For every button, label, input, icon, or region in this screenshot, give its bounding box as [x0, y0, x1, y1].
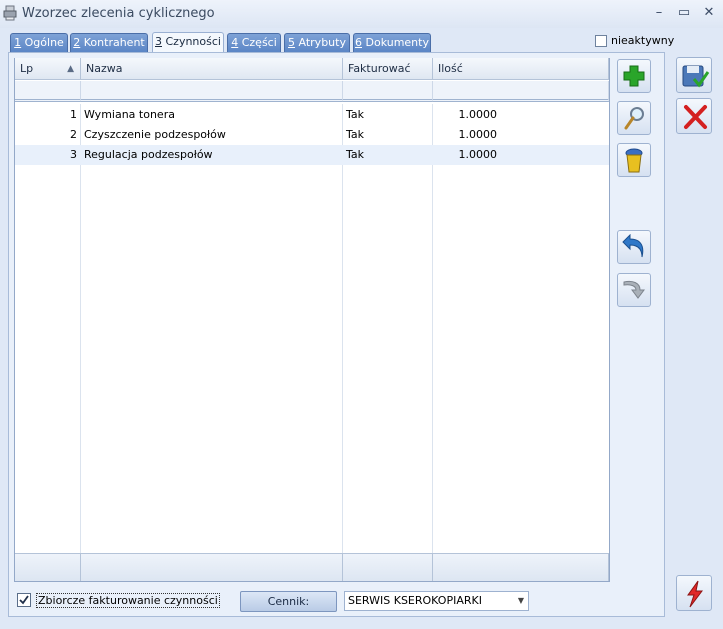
- edit-button[interactable]: [617, 101, 651, 135]
- edit-magnifier-icon: [624, 107, 644, 130]
- move-down-button[interactable]: [617, 273, 651, 307]
- column-header-lp[interactable]: Lp ▲: [15, 58, 81, 80]
- add-icon: [623, 65, 645, 87]
- cell-fakturowac: Tak: [346, 148, 365, 161]
- tab-ogolne[interactable]: 1 Ogólne: [10, 33, 68, 52]
- app-icon: [3, 5, 17, 21]
- table-row[interactable]: 2 Czyszczenie podzespołów Tak 1.0000: [15, 125, 609, 145]
- column-header-fakturowac[interactable]: Fakturować: [343, 58, 433, 80]
- chevron-down-icon[interactable]: ▼: [518, 592, 524, 610]
- column-header-ilosc[interactable]: Ilość: [433, 58, 609, 80]
- table-row[interactable]: 1 Wymiana tonera Tak 1.0000: [15, 105, 609, 125]
- cell-lp: 3: [70, 148, 77, 161]
- cell-ilosc: 1.0000: [458, 128, 498, 141]
- footer-cell: [81, 553, 343, 581]
- column-divider: [432, 104, 433, 553]
- filter-cell-lp[interactable]: [15, 81, 81, 102]
- filter-cell-fakturowac[interactable]: [343, 81, 433, 102]
- cell-ilosc: 1.0000: [458, 108, 498, 121]
- cell-nazwa: Regulacja podzespołów: [84, 148, 213, 161]
- tab-czesci[interactable]: 4 Części: [227, 33, 281, 52]
- move-up-icon: [622, 234, 644, 258]
- zbiorcze-checkbox[interactable]: [17, 593, 31, 607]
- maximize-button[interactable]: ▭: [675, 4, 693, 22]
- move-down-icon: [623, 280, 645, 299]
- cell-ilosc: 1.0000: [458, 148, 498, 161]
- close-button[interactable]: ✕: [700, 4, 718, 22]
- cell-fakturowac: Tak: [346, 128, 365, 141]
- tab-dokumenty[interactable]: 6 Dokumenty: [353, 33, 431, 52]
- window-title: Wzorzec zlecenia cyklicznego: [22, 6, 215, 21]
- cancel-icon: [684, 105, 707, 129]
- cennik-select[interactable]: SERWIS KSEROKOPIARKI ▼: [344, 591, 529, 611]
- footer-cell: [433, 553, 609, 581]
- cell-nazwa: Czyszczenie podzespołów: [84, 128, 226, 141]
- minimize-button[interactable]: –: [650, 4, 668, 22]
- cell-nazwa: Wymiana tonera: [84, 108, 175, 121]
- cennik-value: SERWIS KSEROKOPIARKI: [348, 594, 482, 607]
- delete-button[interactable]: [617, 143, 651, 177]
- filter-cell-ilosc[interactable]: [433, 81, 609, 102]
- save-button[interactable]: [676, 57, 712, 93]
- tab-czynnosci[interactable]: 3 Czynności: [152, 32, 224, 53]
- lightning-button[interactable]: [676, 575, 712, 611]
- add-button[interactable]: [617, 59, 651, 93]
- zbiorcze-label[interactable]: Zbiorcze fakturowanie czynności: [36, 593, 220, 608]
- table-row[interactable]: 3 Regulacja podzespołów Tak 1.0000: [15, 145, 609, 165]
- lightning-icon: [687, 580, 703, 608]
- move-up-button[interactable]: [617, 230, 651, 264]
- delete-bin-icon: [625, 148, 643, 173]
- save-icon: [682, 65, 710, 88]
- column-header-nazwa[interactable]: Nazwa: [81, 58, 343, 80]
- footer-cell: [343, 553, 433, 581]
- cancel-button[interactable]: [676, 98, 712, 134]
- cell-fakturowac: Tak: [346, 108, 365, 121]
- column-divider: [80, 104, 81, 553]
- cell-lp: 1: [70, 108, 77, 121]
- tab-atrybuty[interactable]: 5 Atrybuty: [284, 33, 350, 52]
- checkmark-icon: [19, 595, 29, 605]
- filter-cell-nazwa[interactable]: [81, 81, 343, 102]
- inactive-label: nieaktywny: [611, 34, 675, 47]
- sort-ascending-icon: ▲: [67, 64, 74, 74]
- cennik-button[interactable]: Cennik:: [240, 591, 337, 612]
- tab-kontrahent[interactable]: 2 Kontrahent: [70, 33, 148, 52]
- column-divider: [342, 104, 343, 553]
- cell-lp: 2: [70, 128, 77, 141]
- inactive-checkbox[interactable]: [595, 35, 607, 47]
- footer-cell: [15, 553, 81, 581]
